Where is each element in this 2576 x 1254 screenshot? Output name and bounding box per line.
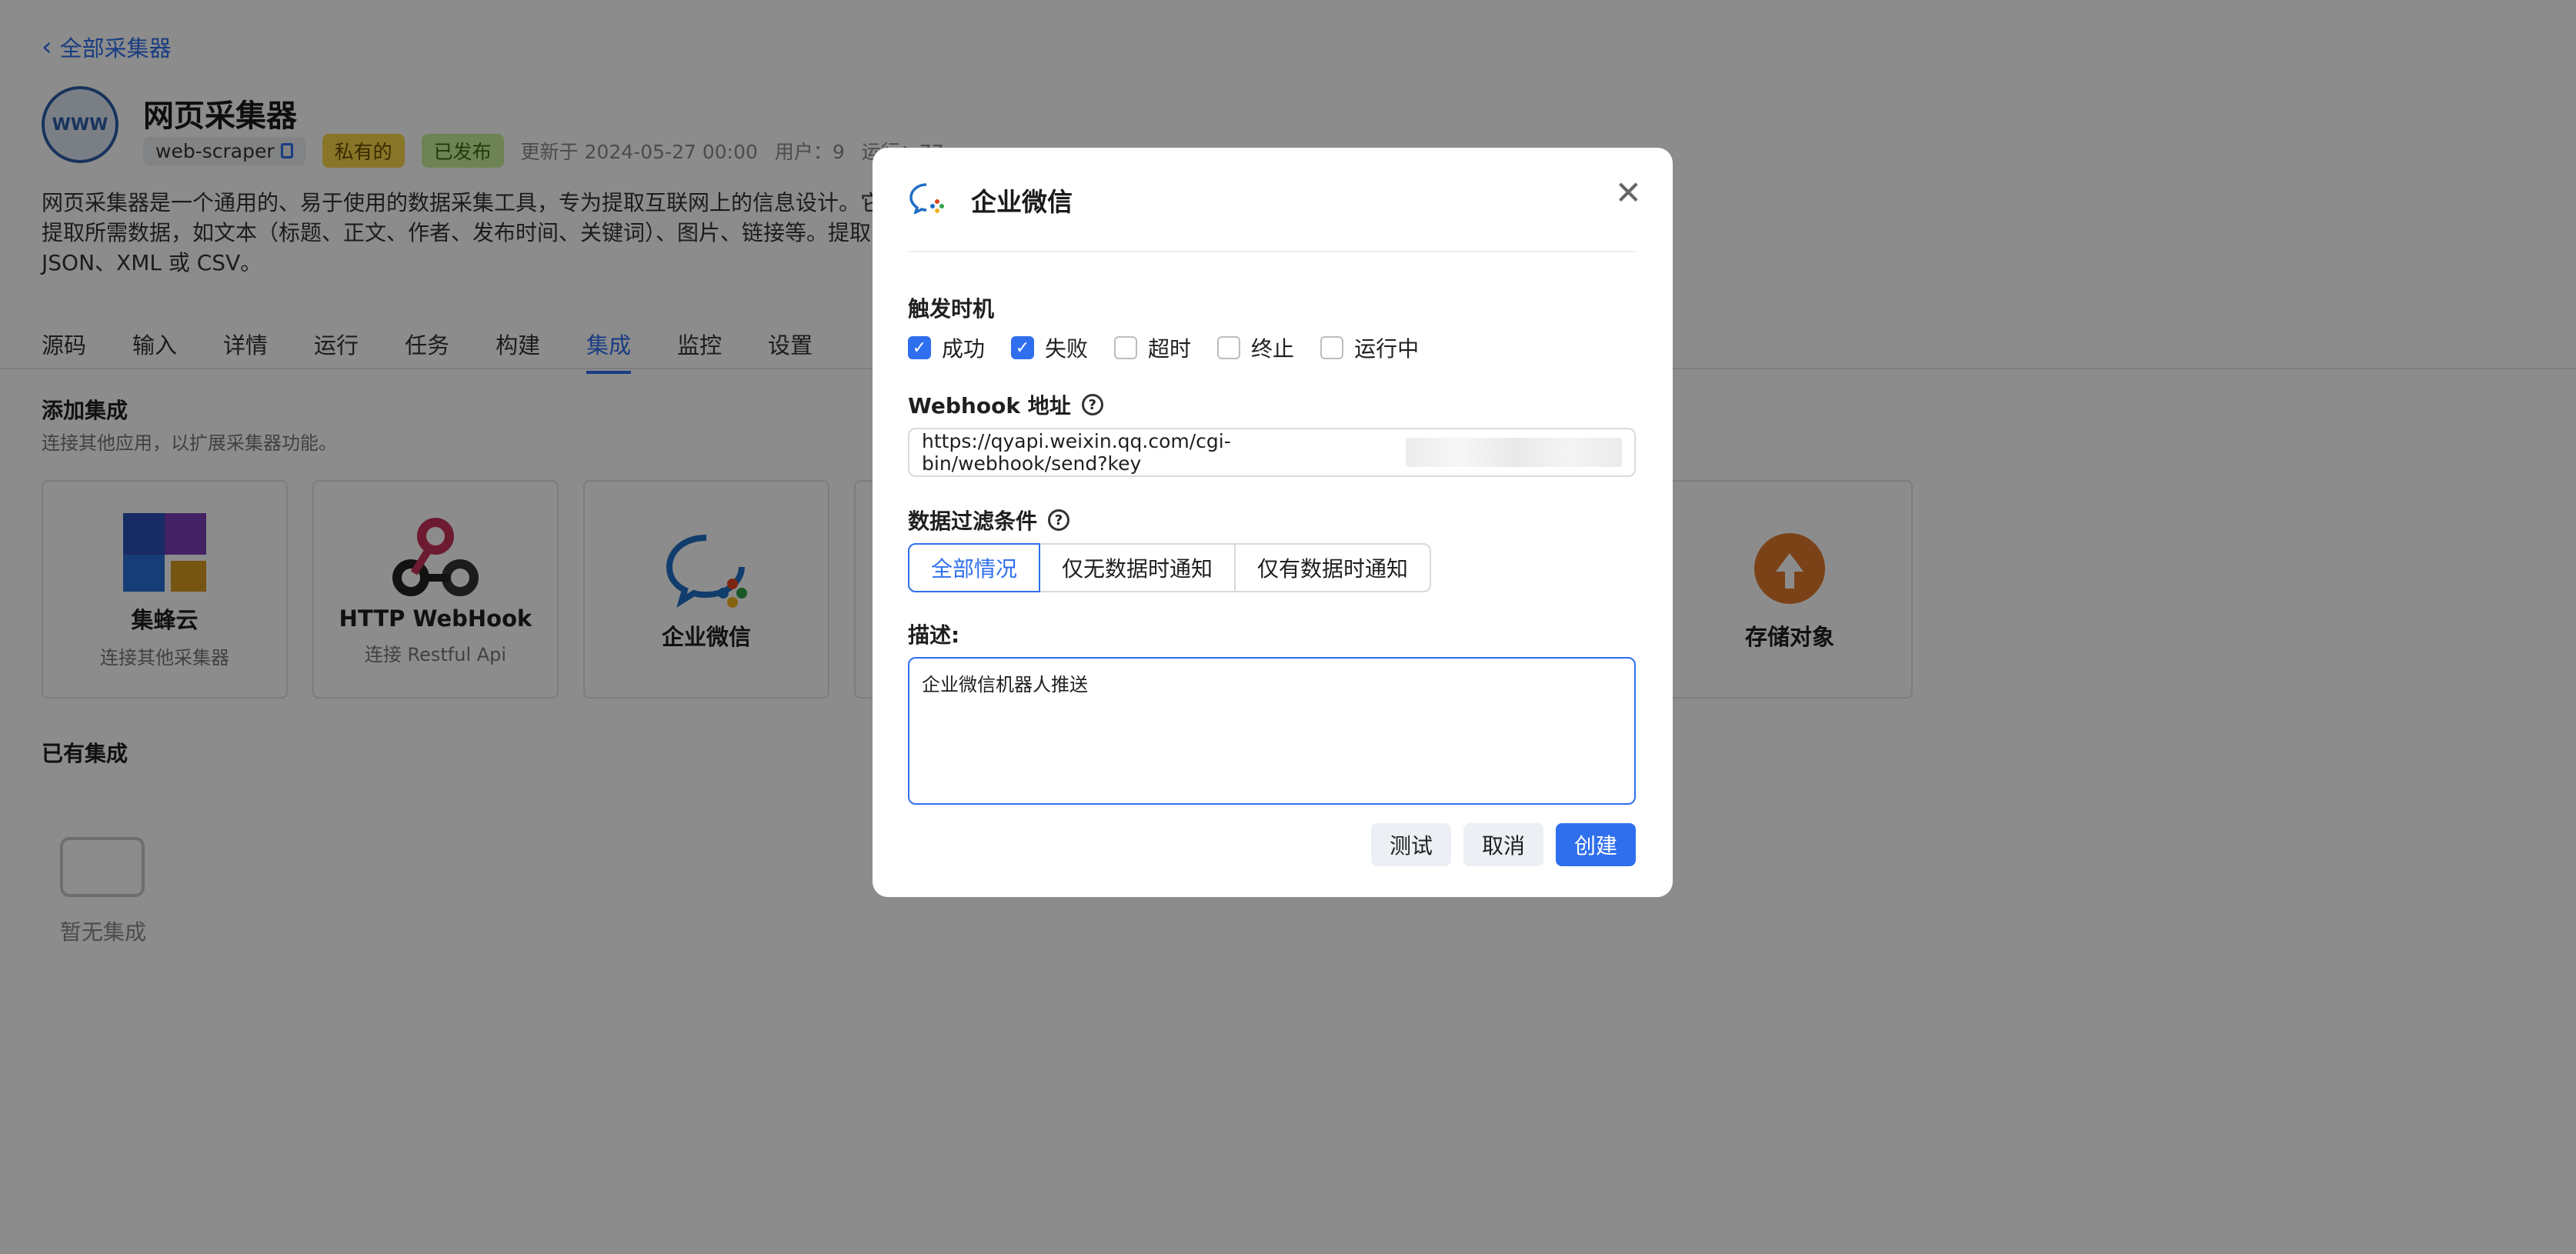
trigger-label: 触发时机 [908, 292, 994, 323]
checkbox-label: 失败 [1045, 336, 1089, 362]
checkbox-checked-icon[interactable]: ✓ [1011, 336, 1035, 359]
filter-segmented-control: 全部情况 仅无数据时通知 仅有数据时通知 [908, 543, 1432, 592]
filter-label-text: 数据过滤条件 [908, 509, 1038, 534]
test-button[interactable]: 测试 [1370, 823, 1451, 866]
checkbox-unchecked-icon[interactable] [1320, 336, 1344, 359]
trigger-success-checkbox[interactable]: ✓ 成功 [908, 332, 985, 363]
checkbox-label: 终止 [1251, 336, 1295, 362]
webhook-label: Webhook 地址 ? [908, 389, 1103, 420]
filter-option-all[interactable]: 全部情况 [908, 543, 1041, 592]
filter-label: 数据过滤条件 ? [908, 505, 1070, 535]
webhook-label-text: Webhook 地址 [908, 393, 1071, 419]
description-label-text: 描述: [908, 622, 960, 648]
checkbox-label: 成功 [942, 336, 986, 362]
checkbox-label: 运行中 [1354, 336, 1420, 362]
webhook-url-input[interactable]: https://qyapi.weixin.qq.com/cgi-bin/webh… [908, 428, 1636, 477]
dialog-divider [908, 251, 1636, 252]
cancel-button[interactable]: 取消 [1463, 823, 1543, 866]
filter-option-has-data[interactable]: 仅有数据时通知 [1234, 543, 1432, 592]
checkbox-label: 超时 [1148, 336, 1192, 362]
redacted-key [1405, 438, 1622, 467]
help-icon[interactable]: ? [1048, 509, 1070, 531]
dialog-actions: 测试 取消 创建 [1370, 823, 1636, 866]
trigger-checkbox-group: ✓ 成功 ✓ 失败 超时 终止 运行中 [908, 332, 1419, 363]
checkbox-unchecked-icon[interactable] [1217, 336, 1241, 359]
wecom-integration-dialog: 企业微信 ✕ 触发时机 ✓ 成功 ✓ 失败 超时 终止 运行中 Webhook … [873, 148, 1673, 897]
checkbox-unchecked-icon[interactable] [1114, 336, 1138, 359]
checkbox-checked-icon[interactable]: ✓ [908, 336, 931, 359]
trigger-abort-checkbox[interactable]: 终止 [1217, 332, 1294, 363]
description-textarea[interactable]: 企业微信机器人推送 [908, 657, 1636, 805]
trigger-label-text: 触发时机 [908, 296, 995, 322]
trigger-failure-checkbox[interactable]: ✓ 失败 [1011, 332, 1088, 363]
webhook-url-value: https://qyapi.weixin.qq.com/cgi-bin/webh… [922, 430, 1231, 475]
filter-option-no-data[interactable]: 仅无数据时通知 [1039, 543, 1236, 592]
dialog-title: 企业微信 [971, 187, 1073, 217]
wecom-icon [909, 183, 944, 214]
trigger-running-checkbox[interactable]: 运行中 [1320, 332, 1419, 363]
help-icon[interactable]: ? [1081, 394, 1103, 415]
description-label: 描述: [908, 619, 959, 649]
create-button[interactable]: 创建 [1555, 823, 1636, 866]
trigger-timeout-checkbox[interactable]: 超时 [1114, 332, 1191, 363]
close-icon[interactable]: ✕ [1615, 177, 1642, 209]
